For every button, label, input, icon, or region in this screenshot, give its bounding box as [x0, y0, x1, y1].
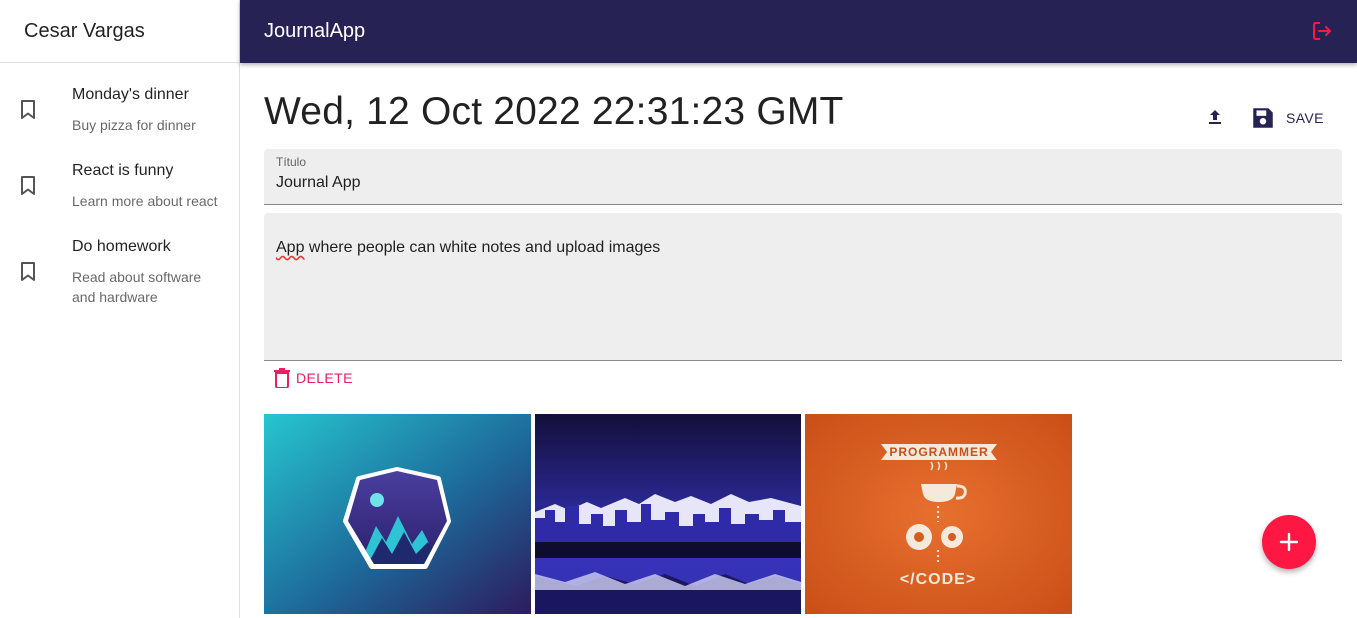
misspelled-word: App: [276, 239, 305, 256]
logout-icon[interactable]: [1311, 20, 1333, 42]
note-title: React is funny: [72, 162, 174, 179]
sidebar-note-item[interactable]: React is funny Learn more about react: [0, 139, 239, 215]
title-field-label: Título: [276, 155, 307, 169]
svg-text:PROGRAMMER: PROGRAMMER: [889, 445, 988, 459]
sidebar-header: Cesar Vargas: [0, 0, 239, 63]
sidebar-note-item[interactable]: Do homework Read about software and hard…: [0, 215, 239, 311]
floppy-disk-icon: [1253, 108, 1273, 128]
svg-text:</CODE>: </CODE>: [900, 571, 976, 588]
note-body: Learn more about react: [72, 193, 218, 209]
plus-icon: [1279, 532, 1299, 552]
save-button[interactable]: SAVE: [1250, 103, 1324, 133]
app-bar: JournalApp: [240, 0, 1357, 63]
bookmark-icon: [21, 100, 35, 119]
sidebar: Cesar Vargas Monday's dinner Buy pizza f…: [0, 0, 240, 618]
upload-icon[interactable]: [1203, 105, 1227, 129]
app-title: JournalApp: [264, 20, 366, 42]
note-title: Do homework: [72, 238, 171, 255]
add-note-button[interactable]: [1262, 515, 1316, 569]
note-title: Monday's dinner: [72, 86, 189, 103]
save-label: SAVE: [1286, 110, 1324, 126]
body-text-rest: where people can white notes and upload …: [304, 239, 661, 256]
body-text: App where people can white notes and upl…: [276, 239, 660, 257]
bookmark-icon: [21, 262, 35, 281]
sidebar-note-item[interactable]: Monday's dinner Buy pizza for dinner: [0, 63, 239, 139]
bookmark-icon: [21, 176, 35, 195]
note-body: Buy pizza for dinner: [72, 117, 196, 133]
note-date: Wed, 12 Oct 2022 22:31:23 GMT: [264, 90, 844, 133]
user-name: Cesar Vargas: [24, 19, 145, 42]
hexagon-mountains-image: [264, 414, 531, 614]
trash-icon: [274, 368, 290, 388]
programmer-code-image: PROGRAMMER </CODE>: [805, 414, 1072, 614]
body-textarea[interactable]: App where people can white notes and upl…: [264, 213, 1342, 361]
delete-button[interactable]: DELETE: [274, 366, 353, 390]
delete-label: DELETE: [296, 370, 353, 386]
title-field[interactable]: Título Journal App: [264, 149, 1342, 205]
note-body: Read about software and hardware: [72, 269, 202, 305]
title-input[interactable]: Journal App: [276, 174, 361, 192]
city-skyline-reflection-image: [535, 414, 801, 614]
